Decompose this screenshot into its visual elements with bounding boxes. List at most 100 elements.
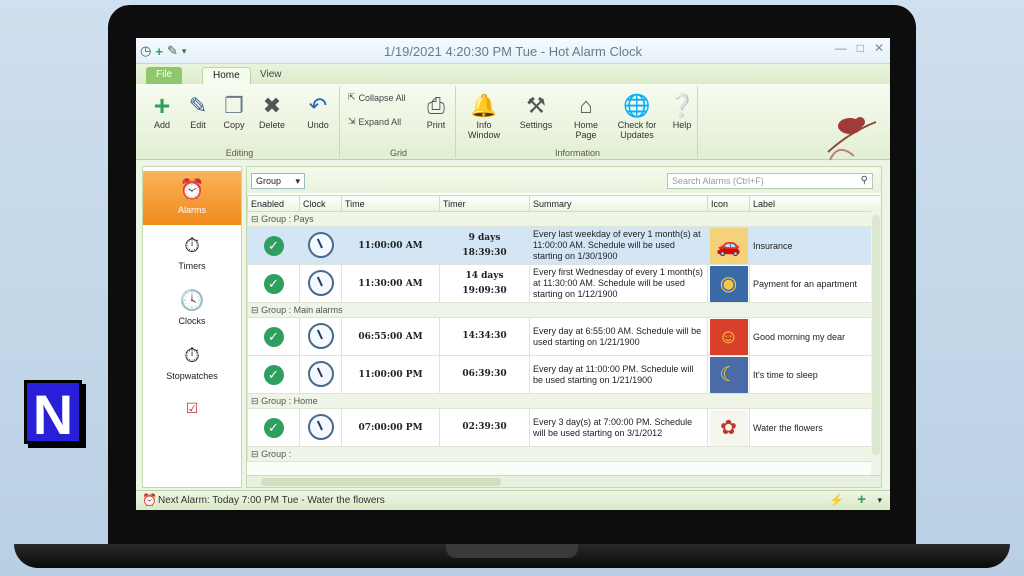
vertical-scrollbar[interactable] — [871, 211, 881, 475]
collapse-group-icon[interactable]: ⊟ — [251, 214, 259, 224]
edit-button[interactable]: ✎ Edit — [178, 92, 218, 130]
column-header-icon[interactable]: Icon — [707, 195, 750, 212]
table-row[interactable]: ✓ 11:30:00 AM 14 days 19:09:30 Every firs… — [247, 264, 881, 303]
table-row[interactable]: ✓ 07:00:00 PM 02:39:30 Every 3 day(s) at… — [247, 408, 881, 447]
sidebar-item-timers[interactable]: ⏱ Timers — [143, 227, 241, 281]
timer-days: 9 days — [468, 232, 501, 243]
column-header-time[interactable]: Time — [341, 195, 440, 212]
home-icon: ⌂ — [579, 93, 593, 118]
alarm-timer: 14:34:30 — [439, 317, 530, 356]
group-name: Group : Pays — [261, 213, 314, 224]
group-row[interactable]: ⊟ Group : Home — [247, 393, 881, 409]
column-header-enabled[interactable]: Enabled — [247, 195, 300, 212]
table-row[interactable]: ✓ 11:00:00 PM 06:39:30 Every day at 11:0… — [247, 355, 881, 394]
column-header-clock[interactable]: Clock — [299, 195, 342, 212]
grid-group-label: Grid — [389, 148, 407, 158]
help-icon: ❔ — [668, 93, 696, 118]
timer-icon: ⏱ — [184, 235, 200, 257]
add-status-icon[interactable]: + — [857, 491, 866, 508]
sidebar-item-label: Clocks — [178, 316, 206, 326]
flowers-icon: ✿ — [709, 409, 748, 446]
group-dropdown-label: Group — [256, 176, 282, 186]
tab-view[interactable]: View — [250, 67, 292, 84]
group-row[interactable]: ⊟ Group : Main alarms — [247, 302, 881, 318]
enabled-check-icon[interactable]: ✓ — [263, 235, 284, 256]
collapse-icon: ⇱ — [348, 92, 356, 102]
sidebar-item-todo[interactable]: ☑ — [143, 395, 241, 416]
collapse-group-icon[interactable]: ⊟ — [251, 396, 259, 406]
enabled-check-icon[interactable]: ✓ — [263, 417, 284, 438]
table-row[interactable]: ✓ 06:55:00 AM 14:34:30 Every day at 6:55… — [247, 317, 881, 356]
tab-file[interactable]: File — [146, 67, 183, 84]
home-page-button[interactable]: ⌂ Home Page — [566, 92, 606, 140]
help-label: Help — [672, 120, 692, 130]
checklist-icon: ☑ — [185, 400, 199, 416]
undo-button[interactable]: ↶ Undo — [298, 92, 338, 130]
alarms-grid-panel: Group ▾ Search Alarms (Ctrl+F) ⚲ Enabled… — [246, 166, 882, 488]
alarm-label: Insurance — [749, 226, 881, 265]
sidebar-item-clocks[interactable]: 🕓 Clocks — [143, 282, 241, 336]
collapse-group-icon[interactable]: ⊟ — [251, 449, 259, 459]
print-button[interactable]: ⎙ Print — [416, 92, 456, 130]
info-window-label: Info Window — [467, 120, 500, 140]
window-title: 1/19/2021 4:20:30 PM Tue - Hot Alarm Clo… — [384, 44, 642, 59]
column-header-summary[interactable]: Summary — [529, 195, 708, 212]
grid-toolbar: Group ▾ Search Alarms (Ctrl+F) ⚲ — [247, 167, 881, 193]
expand-icon: ⇲ — [348, 116, 356, 126]
delete-button[interactable]: ✖ Delete — [252, 92, 292, 130]
sidebar-item-stopwatches[interactable]: ⏱ Stopwatches — [143, 337, 241, 391]
column-header-label[interactable]: Label — [749, 195, 881, 212]
help-button[interactable]: ❔ Help — [662, 92, 702, 130]
group-row[interactable]: ⊟ Group : — [247, 446, 881, 462]
alarm-label: It's time to sleep — [749, 355, 881, 394]
add-button[interactable]: + Add — [142, 92, 182, 131]
stopwatch-icon: ⏱ — [184, 345, 200, 367]
delete-icon: ✖ — [262, 93, 282, 118]
alarm-time: 06:55:00 AM — [341, 317, 440, 356]
alarm-summary: Every day at 6:55:00 AM. Schedule will b… — [529, 317, 708, 356]
collapse-group-icon[interactable]: ⊟ — [251, 305, 259, 315]
status-bar: ⏰ Next Alarm: Today 7:00 PM Tue - Water … — [136, 490, 890, 510]
column-header-timer[interactable]: Timer — [439, 195, 530, 212]
undo-label: Undo — [307, 120, 329, 130]
expand-all-button[interactable]: ⇲ Expand All — [348, 116, 401, 127]
chevron-down-icon: ▾ — [295, 176, 300, 186]
info-window-button[interactable]: 🔔 Info Window — [464, 92, 504, 140]
vertical-scroll-thumb[interactable] — [872, 215, 880, 455]
table-row[interactable]: ✓ 11:00:00 AM 9 days 18:39:30 Every last … — [247, 226, 881, 265]
group-row[interactable]: ⊟ Group : Pays — [247, 211, 881, 227]
enabled-check-icon[interactable]: ✓ — [263, 273, 284, 294]
maximize-icon[interactable]: □ — [857, 41, 864, 55]
copy-button[interactable]: ❐ Copy — [214, 92, 254, 130]
enabled-check-icon[interactable]: ✓ — [263, 326, 284, 347]
bird-decoration-icon — [827, 117, 877, 161]
timer-time: 19:09:30 — [462, 285, 507, 296]
enabled-check-icon[interactable]: ✓ — [263, 364, 284, 385]
group-dropdown[interactable]: Group ▾ — [251, 173, 305, 189]
tab-home[interactable]: Home — [202, 67, 251, 84]
copy-label: Copy — [223, 120, 245, 130]
horizontal-scroll-thumb[interactable] — [261, 478, 501, 486]
alarm-time: 07:00:00 PM — [341, 408, 440, 447]
delete-label: Delete — [258, 120, 285, 130]
copy-icon: ❐ — [224, 93, 244, 118]
edit-label: Edit — [190, 120, 206, 130]
horizontal-scrollbar[interactable] — [247, 475, 881, 487]
sidebar-item-alarms[interactable]: ⏰ Alarms — [143, 171, 241, 225]
analog-clock-icon — [307, 231, 334, 258]
alarm-label: Water the flowers — [749, 408, 881, 447]
collapse-all-button[interactable]: ⇱ Collapse All — [348, 92, 406, 103]
lightning-icon[interactable]: ⚡ — [829, 493, 844, 507]
group-name: Group : Home — [261, 395, 318, 406]
status-menu-icon[interactable]: ▾ — [877, 495, 882, 506]
minimize-icon[interactable]: — — [835, 41, 847, 55]
sidebar-item-label: Alarms — [177, 205, 206, 215]
settings-button[interactable]: ⚒ Settings — [516, 92, 556, 130]
tools-icon: ⚒ — [526, 93, 546, 118]
next-alarm-status: Next Alarm: Today 7:00 PM Tue - Water th… — [158, 495, 385, 506]
search-input[interactable]: Search Alarms (Ctrl+F) ⚲ — [667, 173, 873, 189]
alarm-clock-icon: ⏰ — [142, 493, 157, 507]
close-icon[interactable]: ✕ — [874, 41, 884, 55]
check-updates-button[interactable]: 🌐 Check for Updates — [610, 92, 664, 140]
search-placeholder: Search Alarms (Ctrl+F) — [672, 176, 764, 186]
